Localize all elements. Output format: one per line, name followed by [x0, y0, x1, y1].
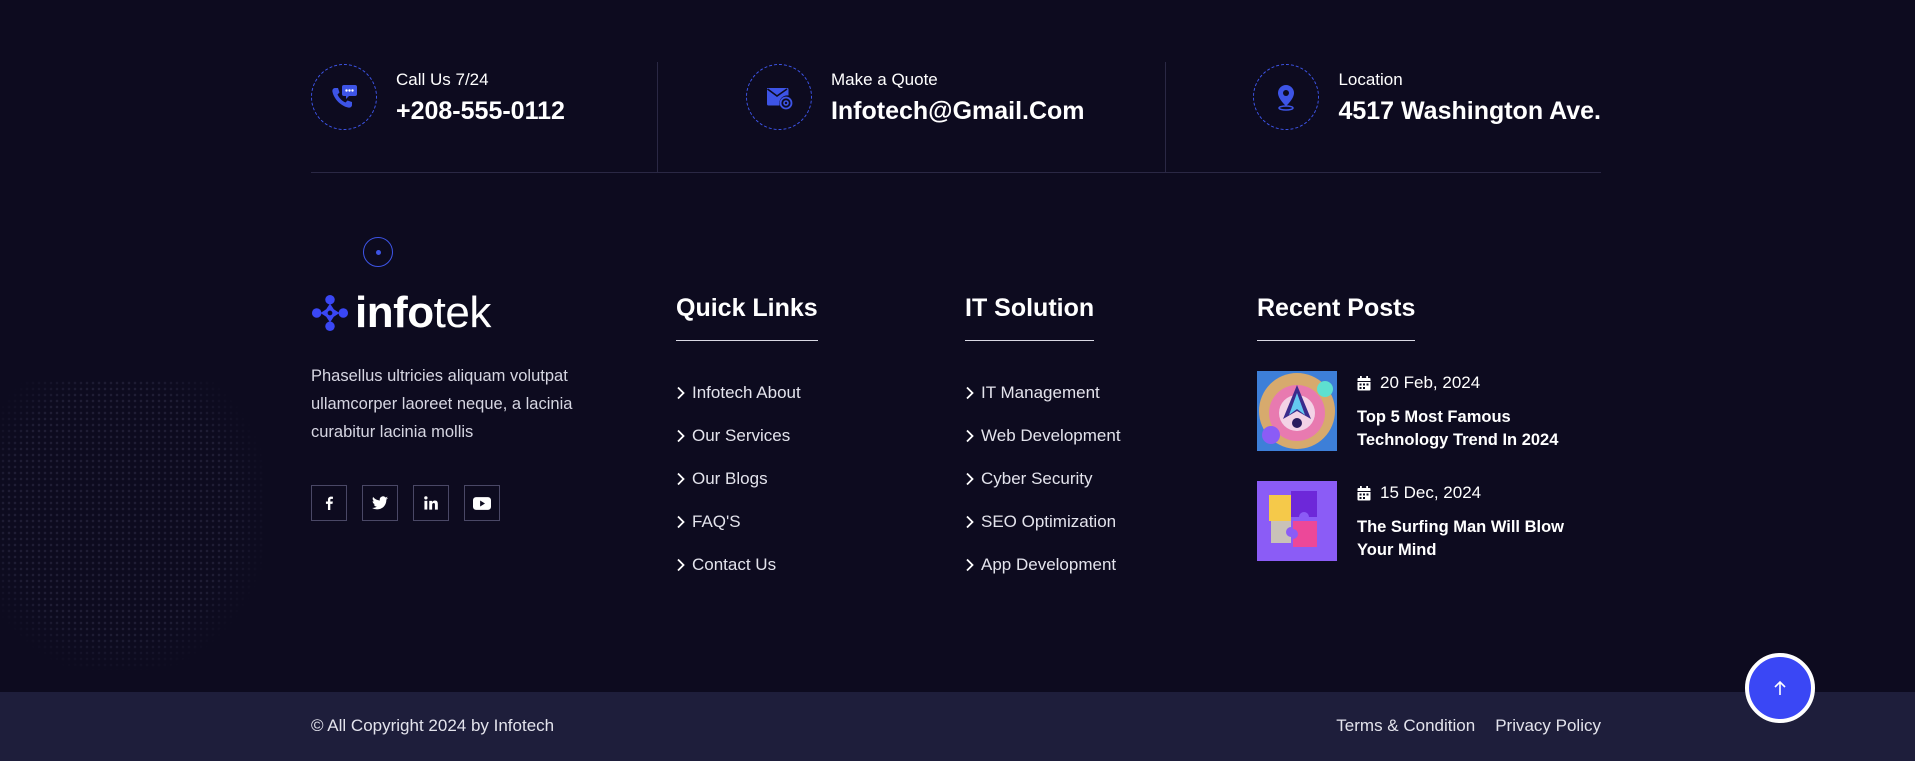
contact-location-label: Location — [1338, 70, 1403, 89]
terms-link[interactable]: Terms & Condition — [1336, 716, 1475, 736]
infotek-logo[interactable]: infotek — [311, 290, 491, 336]
footer-section: Call Us 7/24 +208-555-0112 Make a Quote … — [0, 0, 1915, 761]
it-solution-column: IT Solution IT Management Web Developmen… — [965, 290, 1185, 586]
twitter-button[interactable] — [362, 485, 398, 521]
link-label: Cyber Security — [981, 468, 1093, 488]
recent-posts-underline — [1257, 340, 1416, 341]
link-app-development[interactable]: App Development — [965, 543, 1185, 586]
facebook-icon — [325, 496, 333, 510]
contact-call-label: Call Us 7/24 — [396, 70, 489, 89]
world-map-decoration — [0, 380, 265, 670]
chevron-right-icon — [965, 472, 975, 486]
chevron-right-icon — [965, 429, 975, 443]
post-date: 15 Dec, 2024 — [1380, 483, 1482, 502]
post-thumbnail[interactable] — [1257, 371, 1337, 451]
chevron-right-icon — [965, 386, 975, 400]
chevron-right-icon — [676, 429, 686, 443]
legal-links: Terms & Condition Privacy Policy — [1336, 716, 1601, 736]
link-label: Our Blogs — [692, 468, 768, 488]
post-title-link[interactable]: Top 5 Most Famous Technology Trend In 20… — [1357, 406, 1582, 452]
post-item: 15 Dec, 2024 The Surfing Man Will Blow Y… — [1257, 481, 1597, 562]
chevron-right-icon — [676, 558, 686, 572]
chevron-right-icon — [676, 515, 686, 529]
it-solution-underline — [965, 340, 1095, 341]
social-links — [311, 485, 500, 521]
arrow-up-icon — [1774, 680, 1786, 695]
quick-links-underline — [676, 340, 818, 341]
link-seo-optimization[interactable]: SEO Optimization — [965, 500, 1185, 543]
quick-links-title: Quick Links — [676, 294, 818, 322]
link-label: App Development — [981, 554, 1117, 574]
logo-mark-icon — [311, 294, 349, 332]
link-faqs[interactable]: FAQ'S — [676, 500, 876, 543]
link-contact-us[interactable]: Contact Us — [676, 543, 876, 586]
link-label: Infotech About — [692, 382, 801, 402]
quick-links-column: Quick Links Infotech About Our Services … — [676, 290, 876, 586]
youtube-button[interactable] — [464, 485, 500, 521]
back-to-top-button[interactable] — [1745, 653, 1815, 723]
post-item: 20 Feb, 2024 Top 5 Most Famous Technolog… — [1257, 371, 1597, 452]
youtube-icon — [473, 496, 491, 510]
link-our-blogs[interactable]: Our Blogs — [676, 457, 876, 500]
chevron-right-icon — [676, 472, 686, 486]
twitter-icon — [372, 496, 388, 510]
location-pin-icon — [1253, 64, 1320, 130]
decorative-dot-circle — [363, 237, 393, 267]
bottom-bar: © All Copyright 2024 by Infotech Terms &… — [0, 692, 1915, 761]
chevron-right-icon — [965, 515, 975, 529]
calendar-icon — [1357, 375, 1371, 391]
post-date: 20 Feb, 2024 — [1380, 373, 1481, 392]
link-label: Our Services — [692, 425, 791, 445]
linkedin-button[interactable] — [413, 485, 449, 521]
link-our-services[interactable]: Our Services — [676, 414, 876, 457]
recent-posts-list: 20 Feb, 2024 Top 5 Most Famous Technolog… — [1257, 371, 1597, 562]
about-text: Phasellus ultricies aliquam volutpat ull… — [311, 367, 573, 441]
facebook-button[interactable] — [311, 485, 347, 521]
contact-quote-label: Make a Quote — [830, 70, 938, 89]
link-label: Web Development — [981, 425, 1121, 445]
contact-call: Call Us 7/24 +208-555-0112 — [311, 62, 658, 172]
link-label: FAQ'S — [692, 511, 741, 531]
post-thumbnail[interactable] — [1257, 481, 1337, 561]
link-cyber-security[interactable]: Cyber Security — [965, 457, 1185, 500]
it-solution-list: IT Management Web Development Cyber Secu… — [965, 371, 1185, 586]
link-label: IT Management — [981, 382, 1100, 402]
logo-text-light: tek — [433, 288, 492, 337]
link-label: SEO Optimization — [981, 511, 1117, 531]
chevron-right-icon — [676, 386, 686, 400]
it-solution-title: IT Solution — [965, 294, 1095, 322]
contact-location: Location 4517 Washington Ave. — [1166, 62, 1601, 172]
contact-strip: Call Us 7/24 +208-555-0112 Make a Quote … — [311, 62, 1601, 173]
recent-posts-column: Recent Posts 20 Feb, 2024 Top 5 Most Fam… — [1257, 290, 1597, 591]
link-label: Contact Us — [692, 554, 777, 574]
recent-posts-title: Recent Posts — [1257, 294, 1416, 322]
logo-text-bold: info — [355, 288, 434, 337]
phone-chat-icon — [311, 64, 377, 130]
contact-quote: Make a Quote Infotech@Gmail.Com — [658, 62, 1167, 172]
privacy-link[interactable]: Privacy Policy — [1495, 716, 1601, 736]
link-it-management[interactable]: IT Management — [965, 371, 1185, 414]
quick-links-list: Infotech About Our Services Our Blogs FA… — [676, 371, 876, 586]
contact-email[interactable]: Infotech@Gmail.Com — [831, 96, 1085, 126]
copyright-text: © All Copyright 2024 by Infotech — [311, 716, 555, 735]
link-infotech-about[interactable]: Infotech About — [676, 371, 876, 414]
chevron-right-icon — [965, 558, 975, 572]
mail-at-icon — [745, 64, 812, 130]
contact-address: 4517 Washington Ave. — [1338, 97, 1601, 125]
post-title-link[interactable]: The Surfing Man Will Blow Your Mind — [1357, 516, 1582, 562]
linkedin-icon — [424, 496, 438, 510]
calendar-icon — [1357, 485, 1371, 501]
link-web-development[interactable]: Web Development — [965, 414, 1185, 457]
contact-phone-number[interactable]: +208-555-0112 — [396, 96, 565, 126]
